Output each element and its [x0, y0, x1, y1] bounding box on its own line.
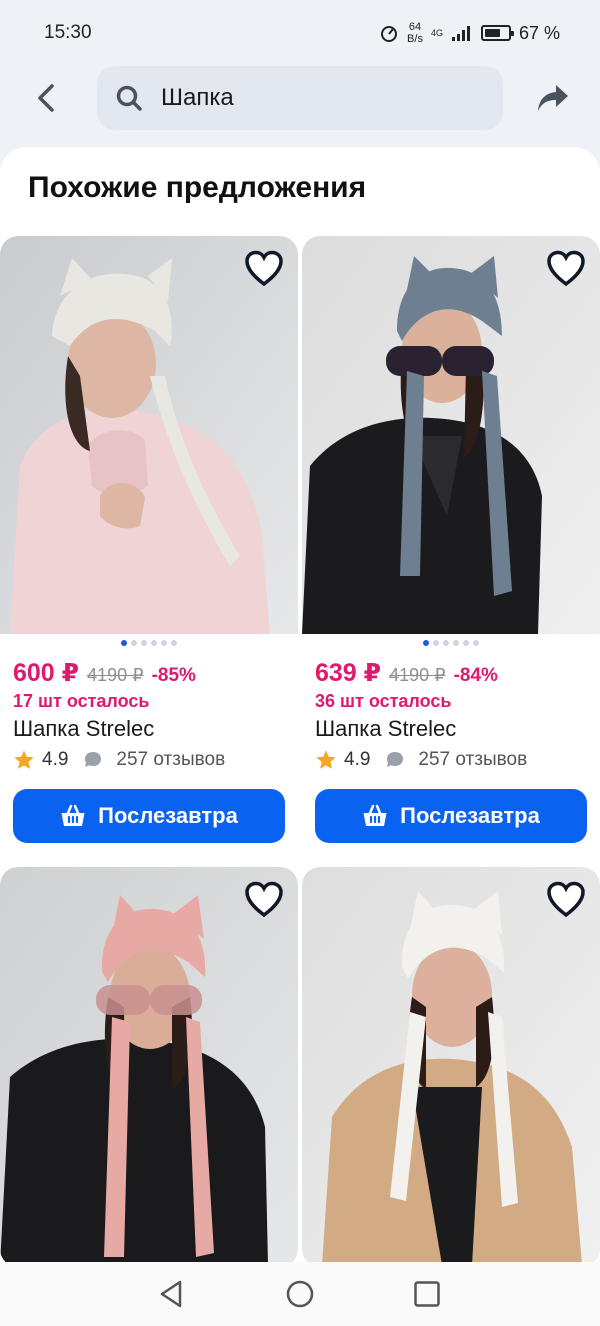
star-icon — [14, 750, 34, 769]
photo-model-white-hat-trench — [302, 867, 600, 1262]
search-query: Шапка — [161, 84, 234, 111]
system-navigation-bar — [0, 1262, 600, 1326]
search-header: Шапка — [0, 66, 600, 132]
basket-icon — [363, 804, 387, 826]
product-photo[interactable] — [0, 236, 298, 634]
back-button[interactable] — [28, 80, 64, 116]
delivery-label: Послезавтра — [400, 803, 540, 828]
photo-model-white-hat — [0, 236, 298, 634]
rating-row: 4.9 257 отзывов — [13, 749, 225, 771]
search-input[interactable]: Шапка — [97, 66, 503, 130]
discount-badge: -84% — [453, 665, 498, 686]
chevron-left-icon — [38, 84, 54, 112]
comment-bubble-icon — [387, 752, 404, 767]
reviews-count: 257 отзывов — [116, 749, 226, 770]
old-price: 4190 ₽ — [87, 665, 144, 685]
product-card[interactable] — [0, 867, 298, 1262]
product-name[interactable]: Шапка Strelec — [315, 716, 456, 742]
status-time: 15:30 — [44, 22, 92, 43]
status-bar: 15:30 64 B/s 4G 67 % — [0, 0, 600, 66]
rating-value: 4.9 — [42, 749, 69, 770]
nav-home-circle-icon[interactable] — [285, 1279, 315, 1309]
product-name[interactable]: Шапка Strelec — [13, 716, 154, 742]
price-row: 639 ₽ 4190 ₽ -84% — [315, 658, 498, 688]
photo-model-grey-hat — [302, 236, 600, 634]
stock-left: 36 шт осталось — [315, 691, 452, 711]
basket-icon — [61, 804, 85, 826]
price-row: 600 ₽ 4190 ₽ -85% — [13, 658, 196, 688]
image-pagination-dots — [0, 640, 298, 646]
nav-back-triangle-icon[interactable] — [156, 1279, 186, 1309]
current-price: 639 ₽ — [315, 659, 382, 687]
old-price: 4190 ₽ — [389, 665, 446, 685]
status-icons: 64 B/s 4G 67 % — [379, 21, 560, 45]
product-photo[interactable] — [302, 236, 600, 634]
product-photo[interactable] — [0, 867, 298, 1262]
favorite-heart-icon[interactable] — [546, 881, 586, 919]
timer-icon — [381, 26, 398, 42]
net-speed: 64 B/s — [407, 21, 423, 45]
favorite-heart-icon[interactable] — [244, 881, 284, 919]
add-to-cart-button[interactable]: Послезавтра — [13, 789, 285, 843]
search-icon — [116, 85, 142, 111]
delivery-label: Послезавтра — [98, 803, 238, 828]
photo-model-pink-hat — [0, 867, 298, 1262]
current-price: 600 ₽ — [13, 659, 80, 687]
stock-left: 17 шт осталось — [13, 691, 150, 711]
comment-bubble-icon — [85, 752, 102, 767]
favorite-heart-icon[interactable] — [244, 250, 284, 288]
image-pagination-dots — [302, 640, 600, 646]
star-icon — [316, 750, 336, 769]
signal-icon — [451, 26, 470, 41]
product-card[interactable] — [302, 867, 600, 1262]
add-to-cart-button[interactable]: Послезавтра — [315, 789, 587, 843]
nav-recents-square-icon[interactable] — [412, 1279, 442, 1309]
share-arrow-icon — [538, 85, 568, 111]
discount-badge: -85% — [151, 665, 196, 686]
rating-row: 4.9 257 отзывов — [315, 749, 527, 771]
rating-value: 4.9 — [344, 749, 371, 770]
product-card[interactable]: 600 ₽ 4190 ₽ -85% 17 шт осталось Шапка S… — [0, 236, 298, 854]
section-title: Похожие предложения — [28, 171, 367, 204]
similar-offers-panel: Похожие предложения 600 ₽ 4190 ₽ -85% 17… — [0, 147, 600, 1262]
reviews-count: 257 отзывов — [418, 749, 528, 770]
share-button[interactable] — [533, 80, 573, 116]
product-photo[interactable] — [302, 867, 600, 1262]
favorite-heart-icon[interactable] — [546, 250, 586, 288]
battery-icon — [480, 25, 514, 41]
product-card[interactable]: 639 ₽ 4190 ₽ -84% 36 шт осталось Шапка S… — [302, 236, 600, 854]
network-type: 4G — [430, 27, 443, 38]
battery-percent: 67 % — [518, 22, 560, 43]
